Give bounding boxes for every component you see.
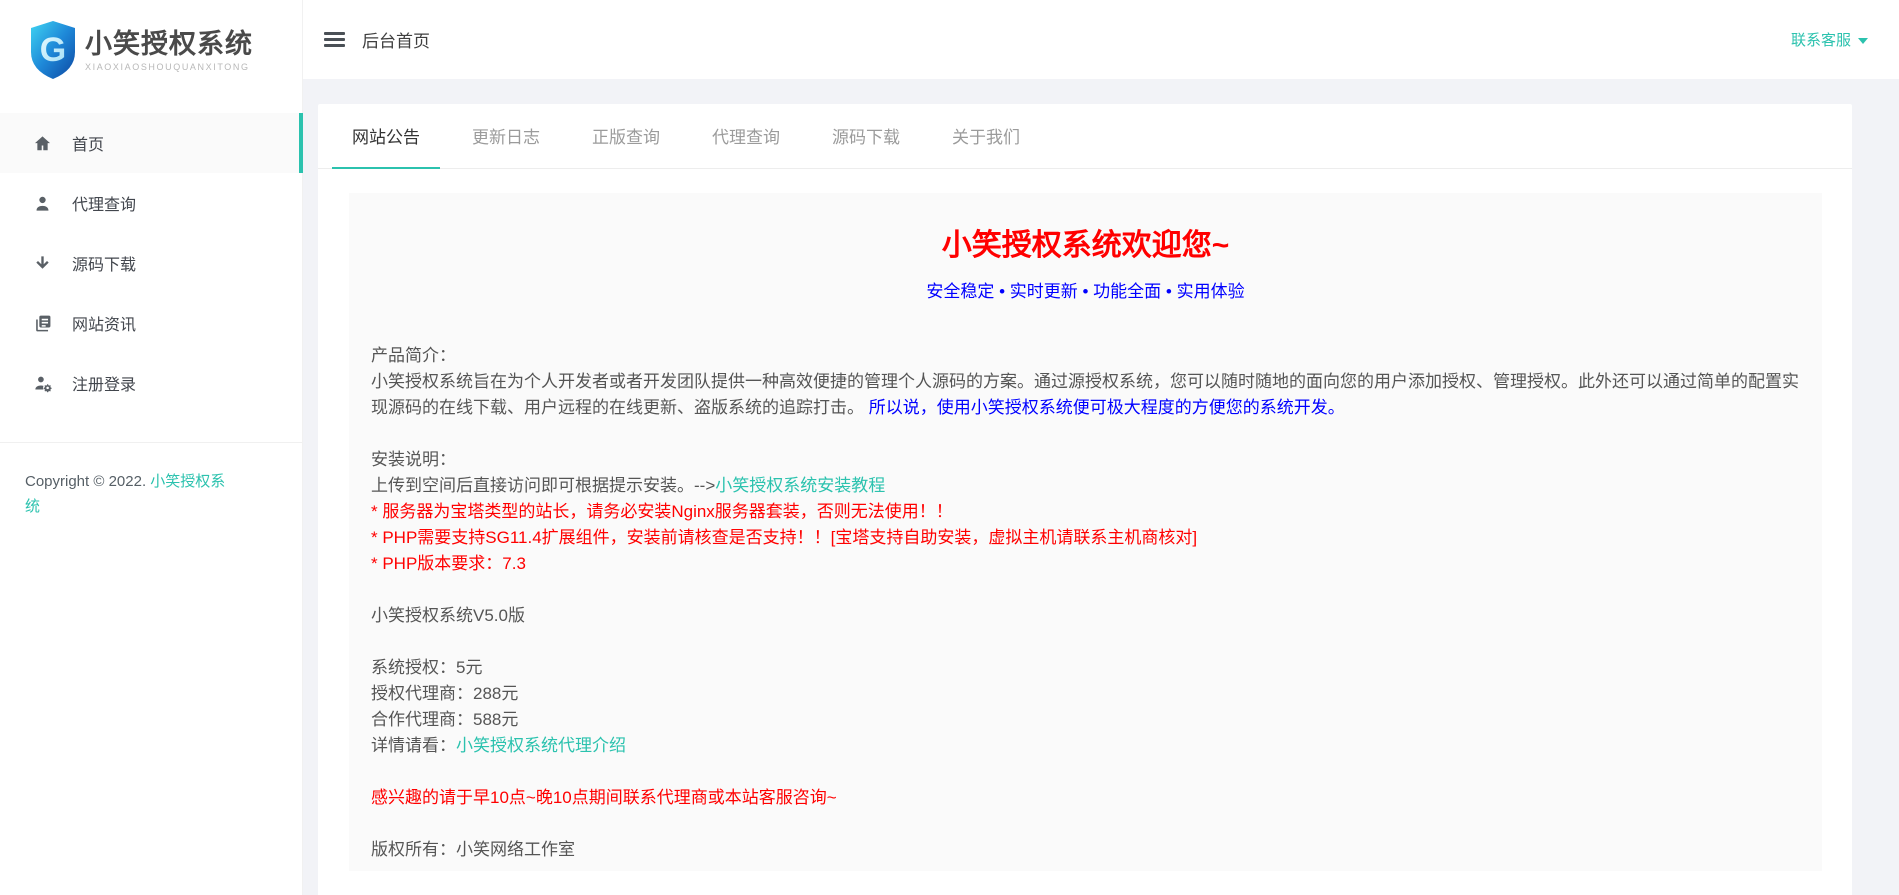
sidebar-item-home[interactable]: 首页 xyxy=(0,113,302,173)
text-segment: 详情请看： xyxy=(371,736,456,755)
announcement-subtitle: 安全稳定 • 实时更新 • 功能全面 • 实用体验 xyxy=(371,277,1800,302)
announcement-line: 产品简介： xyxy=(371,343,1800,369)
sidebar-copyright: Copyright © 2022. 小笑授权系统 xyxy=(0,443,228,519)
announcement-line: 系统授权：5元 xyxy=(371,655,1800,681)
text-segment: * 服务器为宝塔类型的站长，请务必安装Nginx服务器套装，否则无法使用！！ xyxy=(371,502,953,521)
brand-subtitle: XIAOXIAOSHOUQUANXITONG xyxy=(85,62,253,72)
announcement-line: 小笑授权系统V5.0版 xyxy=(371,603,1800,629)
tab-genuine-query[interactable]: 正版查询 xyxy=(572,104,680,168)
announcement-title: 小笑授权系统欢迎您~ xyxy=(371,229,1800,263)
sidebar-item-label: 注册登录 xyxy=(72,371,136,395)
brand-title: 小笑授权系统 xyxy=(85,29,253,59)
announcement-line: 感兴趣的请于早10点~晚10点期间联系代理商或本站客服咨询~ xyxy=(371,785,1800,811)
announcement-line xyxy=(371,629,1800,655)
text-segment: 产品简介： xyxy=(371,346,456,365)
announcement-line xyxy=(371,577,1800,603)
page-title: 后台首页 xyxy=(362,27,430,52)
sidebar-item-label: 网站资讯 xyxy=(72,311,136,335)
contact-support-dropdown[interactable]: 联系客服 xyxy=(1791,29,1868,50)
announcement-line: * PHP版本要求：7.3 xyxy=(371,551,1800,577)
sidebar: G 小笑授权系统 XIAOXIAOSHOUQUANXITONG 首页 代理查询 xyxy=(0,0,303,895)
text-segment: 小笑授权系统V5.0版 xyxy=(371,606,525,625)
topbar: 后台首页 联系客服 xyxy=(303,0,1899,79)
text-segment: 合作代理商：588元 xyxy=(371,710,518,729)
contact-support-label: 联系客服 xyxy=(1791,29,1851,50)
announcement-line xyxy=(371,811,1800,837)
download-icon xyxy=(32,253,52,273)
tab-agent-query[interactable]: 代理查询 xyxy=(692,104,800,168)
tab-bar: 网站公告 更新日志 正版查询 代理查询 源码下载 关于我们 xyxy=(318,104,1852,169)
text-segment: * PHP需要支持SG11.4扩展组件，安装前请核查是否支持！！[宝塔支持自助安… xyxy=(371,528,1197,547)
announcement-line: 详情请看：小笑授权系统代理介绍 xyxy=(371,733,1800,759)
announcement-panel: 小笑授权系统欢迎您~ 安全稳定 • 实时更新 • 功能全面 • 实用体验 产品简… xyxy=(349,193,1822,871)
svg-text:G: G xyxy=(40,31,66,69)
brand-logo: G 小笑授权系统 XIAOXIAOSHOUQUANXITONG xyxy=(0,0,302,100)
text-segment: * PHP版本要求：7.3 xyxy=(371,554,526,573)
tab-site-announcement[interactable]: 网站公告 xyxy=(332,104,440,168)
sidebar-nav: 首页 代理查询 源码下载 网站资讯 xyxy=(0,113,302,413)
content-card: 网站公告 更新日志 正版查询 代理查询 源码下载 关于我们 小笑授权系统欢迎您~… xyxy=(318,104,1852,895)
user-gear-icon xyxy=(32,373,52,393)
announcement-line: * 服务器为宝塔类型的站长，请务必安装Nginx服务器套装，否则无法使用！！ xyxy=(371,499,1800,525)
announcement-line: 小笑授权系统旨在为个人开发者或者开发团队提供一种高效便捷的管理个人源码的方案。通… xyxy=(371,369,1800,421)
announcement-line: * PHP需要支持SG11.4扩展组件，安装前请核查是否支持！！[宝塔支持自助安… xyxy=(371,525,1800,551)
text-segment: 授权代理商：288元 xyxy=(371,684,518,703)
text-segment: 感兴趣的请于早10点~晚10点期间联系代理商或本站客服咨询~ xyxy=(371,788,837,807)
brand-text: 小笑授权系统 XIAOXIAOSHOUQUANXITONG xyxy=(85,29,253,72)
sidebar-item-register-login[interactable]: 注册登录 xyxy=(0,353,302,413)
text-segment: 系统授权：5元 xyxy=(371,658,482,677)
announcement-line: 授权代理商：288元 xyxy=(371,681,1800,707)
tab-source-download[interactable]: 源码下载 xyxy=(812,104,920,168)
shield-g-logo-icon: G xyxy=(30,20,76,80)
caret-down-icon xyxy=(1858,38,1868,44)
app-window: G 小笑授权系统 XIAOXIAOSHOUQUANXITONG 首页 代理查询 xyxy=(0,0,1899,895)
sidebar-item-label: 代理查询 xyxy=(72,191,136,215)
inline-link[interactable]: 小笑授权系统代理介绍 xyxy=(456,736,626,755)
announcement-body: 产品简介： 小笑授权系统旨在为个人开发者或者开发团队提供一种高效便捷的管理个人源码… xyxy=(371,343,1800,863)
sidebar-item-label: 源码下载 xyxy=(72,251,136,275)
inline-link[interactable]: 小笑授权系统安装教程 xyxy=(715,476,885,495)
user-icon xyxy=(32,193,52,213)
copyright-text: Copyright © 2022. xyxy=(25,473,150,490)
announcement-line: 上传到空间后直接访问即可根据提示安装。-->小笑授权系统安装教程 xyxy=(371,473,1800,499)
announcement-line xyxy=(371,759,1800,785)
text-segment: 所以说，使用小笑授权系统便可极大程度的方便您的系统开发。 xyxy=(864,398,1345,417)
main-column: 后台首页 联系客服 网站公告 更新日志 正版查询 代理查询 源码下载 关于我们 … xyxy=(303,0,1899,895)
sidebar-item-source-download[interactable]: 源码下载 xyxy=(0,233,302,293)
announcement-line: 安装说明： xyxy=(371,447,1800,473)
text-segment: 版权所有：小笑网络工作室 xyxy=(371,840,575,859)
workspace: 网站公告 更新日志 正版查询 代理查询 源码下载 关于我们 小笑授权系统欢迎您~… xyxy=(303,79,1899,895)
announcement-line: 合作代理商：588元 xyxy=(371,707,1800,733)
news-icon xyxy=(32,313,52,333)
tab-about-us[interactable]: 关于我们 xyxy=(932,104,1040,168)
announcement-line: 版权所有：小笑网络工作室 xyxy=(371,837,1800,863)
sidebar-item-label: 首页 xyxy=(72,131,104,155)
home-icon xyxy=(32,133,52,153)
announcement-line xyxy=(371,421,1800,447)
text-segment: 安装说明： xyxy=(371,450,456,469)
sidebar-item-agent-query[interactable]: 代理查询 xyxy=(0,173,302,233)
sidebar-item-site-news[interactable]: 网站资讯 xyxy=(0,293,302,353)
text-segment: 上传到空间后直接访问即可根据提示安装。--> xyxy=(371,476,715,495)
tab-update-log[interactable]: 更新日志 xyxy=(452,104,560,168)
hamburger-icon[interactable] xyxy=(324,32,345,47)
